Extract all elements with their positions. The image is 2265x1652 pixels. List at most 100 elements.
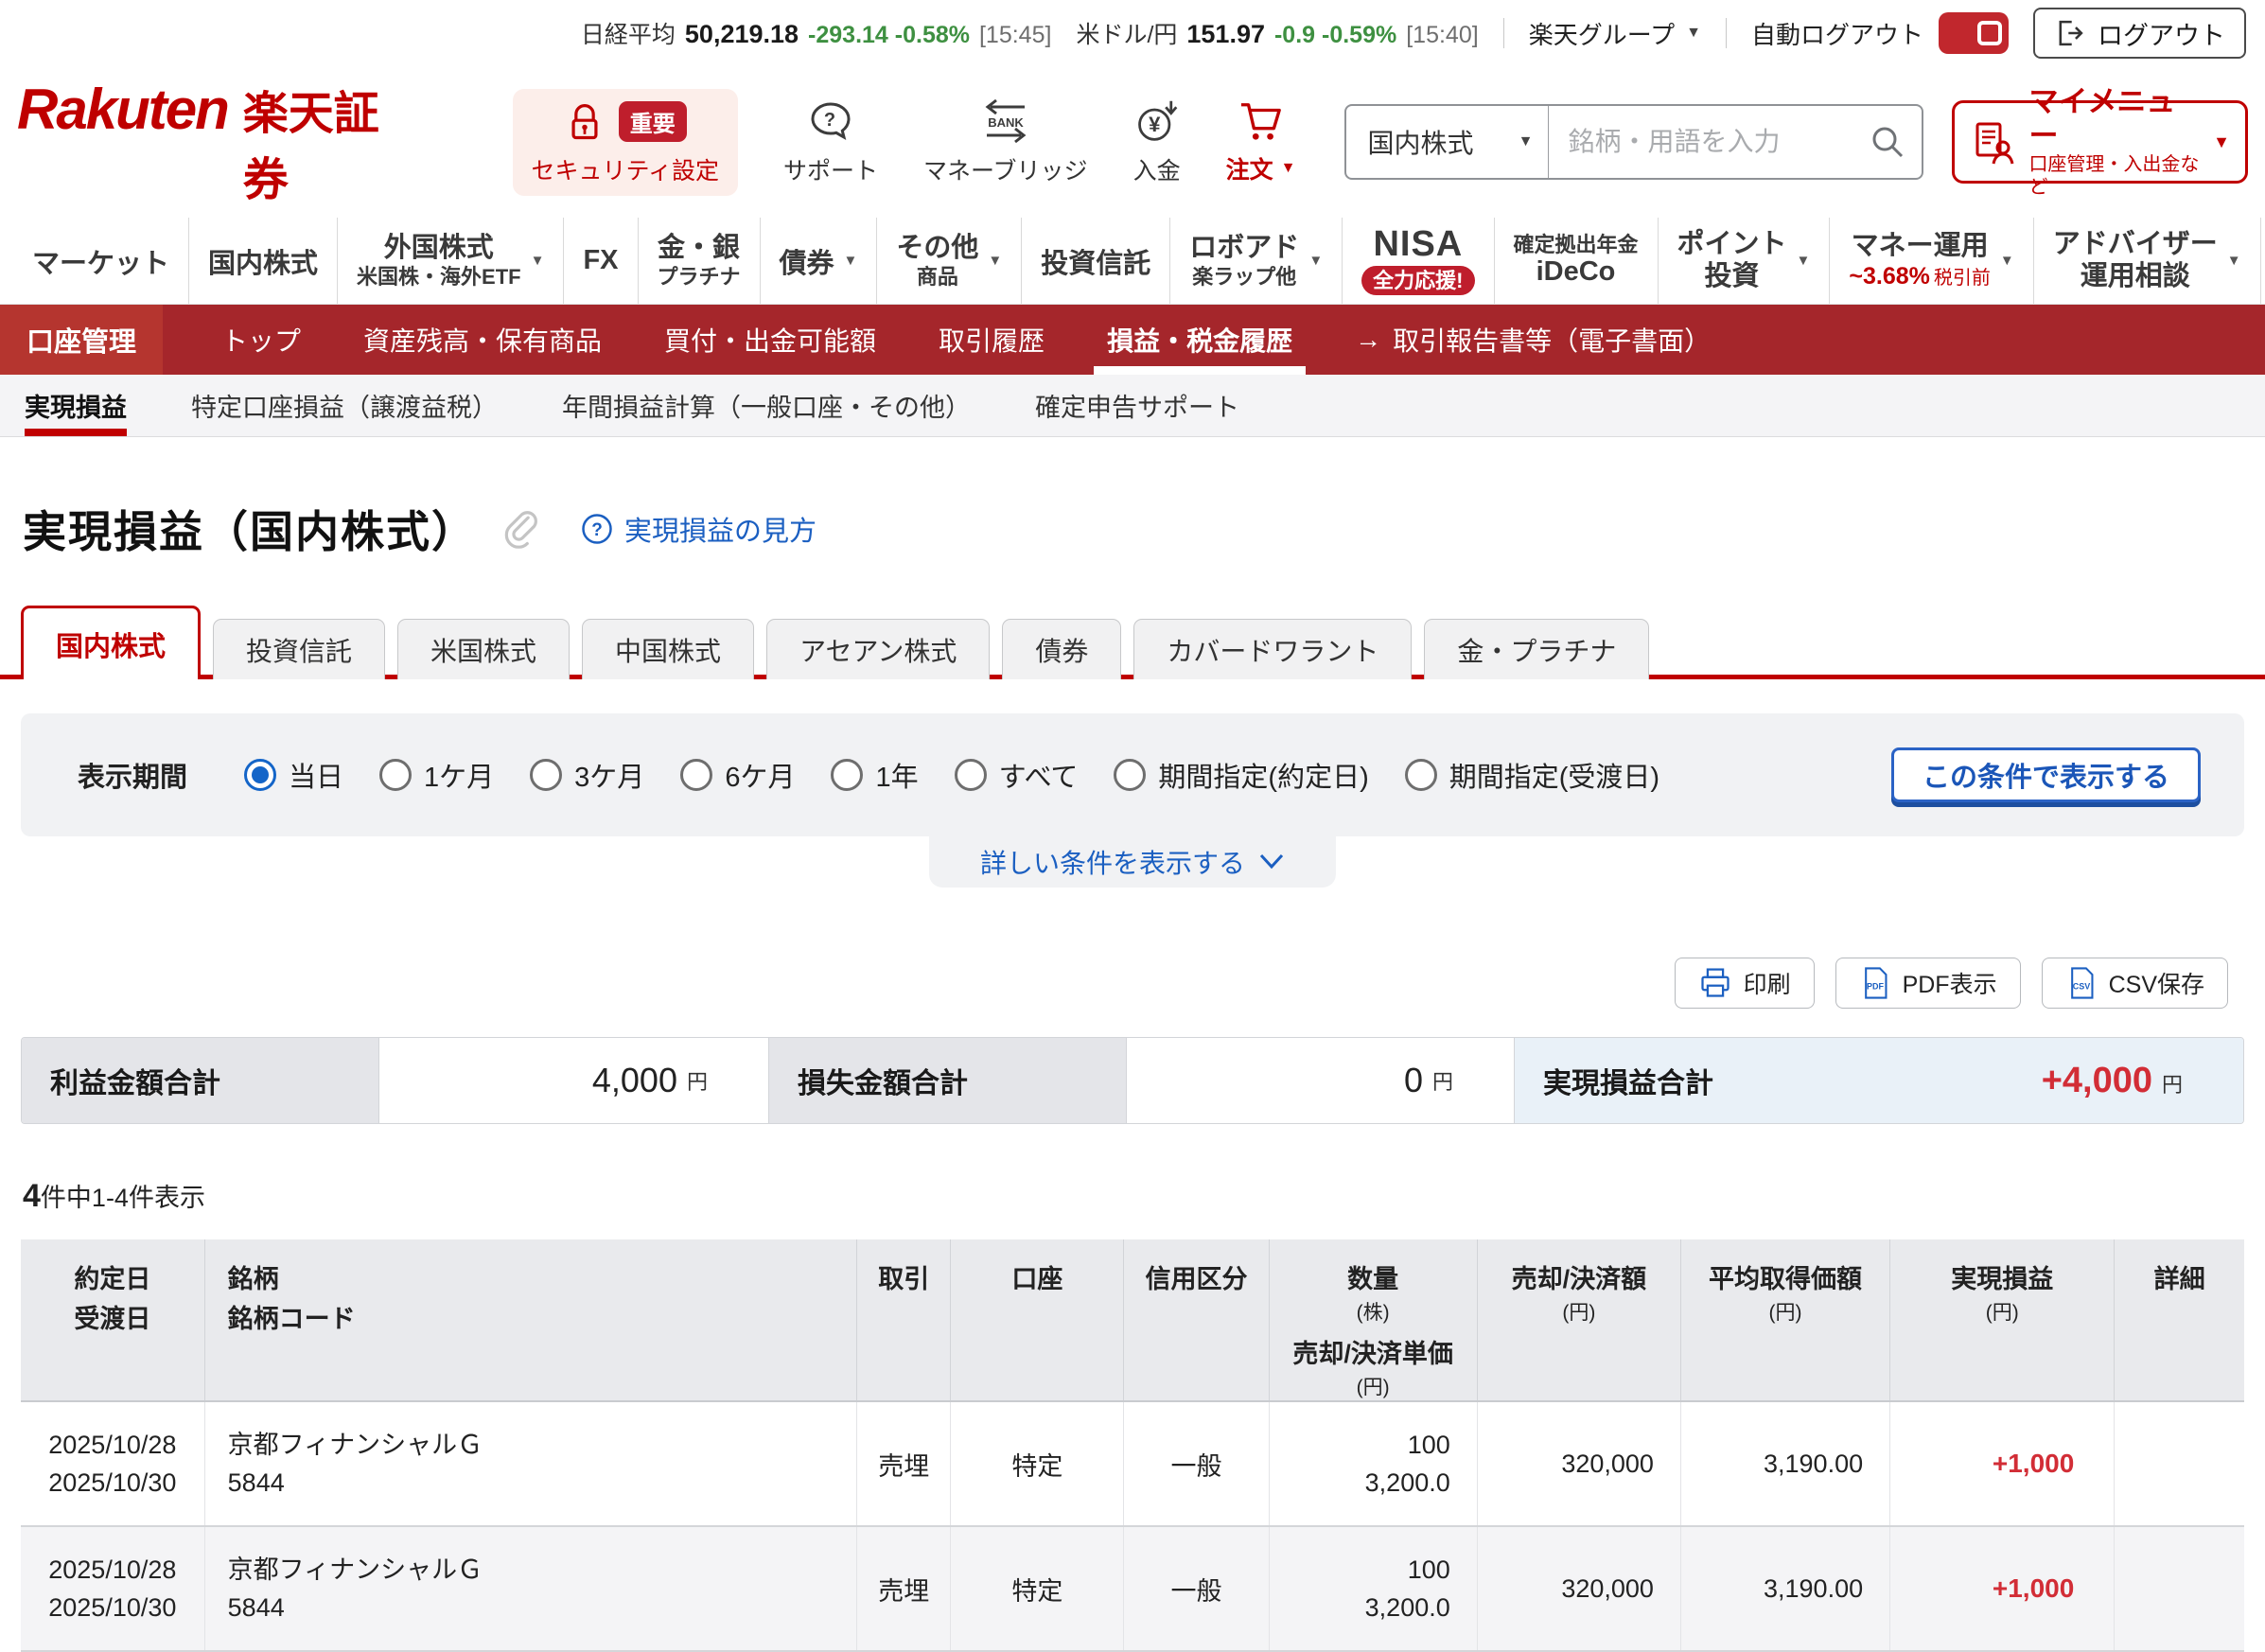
radio-dot <box>954 759 987 791</box>
account-nav-balance[interactable]: 資産残高・保有商品 <box>363 305 602 375</box>
nav-point-invest[interactable]: ポイント 投資 ▼ <box>1657 218 1830 304</box>
search-icon[interactable] <box>1869 123 1906 161</box>
csv-label: CSV保存 <box>2108 972 2204 998</box>
search-category-select[interactable]: 国内株式 ▼ <box>1346 106 1550 178</box>
support-link[interactable]: ? サポート <box>783 98 878 186</box>
caret-down-icon: ▼ <box>2213 132 2230 151</box>
tab-covered-warrants[interactable]: カバードワラント <box>1133 619 1413 679</box>
display-period-filter: 表示期間 当日 1ケ月 3ケ月 6ケ月 1年 すべて 期間指定(約定日) 期間指… <box>21 713 2244 836</box>
tab-domestic-stock[interactable]: 国内株式 <box>21 606 202 679</box>
moneybridge-link[interactable]: BANK マネーブリッジ <box>923 98 1088 186</box>
radio-dot <box>680 759 713 791</box>
chevron-down-icon <box>1258 852 1285 872</box>
account-nav: 口座管理 トップ 資産残高・保有商品 買付・出金可能額 取引履歴 損益・税金履歴… <box>0 305 2265 375</box>
rate-note: 税引前 <box>1933 267 1991 289</box>
account-nav-top[interactable]: トップ <box>221 305 301 375</box>
table-header-row: 約定日 受渡日 銘柄 銘柄コード 取引 口座 信用区分 数量 (株) 売却/決済単価(… <box>21 1239 2244 1403</box>
print-label: 印刷 <box>1743 972 1791 998</box>
tab-gold-platinum[interactable]: 金・プラチナ <box>1424 619 1650 679</box>
loss-total-value: 0円 <box>1127 1038 1515 1123</box>
nav-other-products[interactable]: その他 商品 ▼ <box>876 218 1021 304</box>
radio-dot <box>1114 759 1147 791</box>
period-options: 当日 1ケ月 3ケ月 6ケ月 1年 すべて 期間指定(約定日) 期間指定(受渡日… <box>244 755 1659 795</box>
nav-money-management[interactable]: マネー運用 ~3.68% 税引前 ▼ <box>1829 218 2032 304</box>
realized-pl-table: 約定日 受渡日 銘柄 銘柄コード 取引 口座 信用区分 数量 (株) 売却/決済単価(… <box>21 1239 2244 1652</box>
account-nav-buying-power[interactable]: 買付・出金可能額 <box>664 305 876 375</box>
filter-label: 表示期間 <box>78 763 188 793</box>
apply-filter-button[interactable]: この条件で表示する <box>1890 747 2201 802</box>
my-menu-button[interactable]: マイメニュー 口座管理・入出金など ▼ <box>1952 85 2248 198</box>
cell-dates: 2025/10/28 2025/10/30 <box>21 1401 205 1528</box>
auto-logout-toggle[interactable] <box>1939 12 2009 54</box>
usdjpy-change: -0.9 -0.59% <box>1273 22 1397 48</box>
radio-3months[interactable]: 3ケ月 <box>530 755 644 795</box>
radio-all[interactable]: すべて <box>954 755 1078 795</box>
radio-range-trade-date[interactable]: 期間指定(約定日) <box>1114 755 1369 795</box>
account-nav-trade-reports[interactable]: → 取引報告書等（電子書面） <box>1355 305 1711 375</box>
nav-advisor[interactable]: アドバイザー 運用相談 ▼ <box>2032 218 2260 304</box>
subtab-specific-account-pl[interactable]: 特定口座損益（譲渡益税） <box>191 375 498 436</box>
subtab-realized-pl[interactable]: 実現損益 <box>25 375 127 436</box>
subtab-annual-pl-calc[interactable]: 年間損益計算（一般口座・その他） <box>562 375 971 436</box>
col-symbol: 銘柄 銘柄コード <box>204 1239 858 1403</box>
print-button[interactable]: 印刷 <box>1674 958 1815 1009</box>
tab-us-stock[interactable]: 米国株式 <box>397 619 571 679</box>
radio-6months[interactable]: 6ケ月 <box>680 755 795 795</box>
nav-market[interactable]: マーケット <box>13 218 188 304</box>
nav-roboadvisor[interactable]: ロボアド 楽ラップ他 ▼ <box>1169 218 1342 304</box>
yen-unit: 円 <box>1431 1070 1453 1094</box>
caret-down-icon: ▼ <box>1686 25 1701 41</box>
nav-ideco[interactable]: 確定拠出年金 iDeCo <box>1493 218 1658 304</box>
nav-securities-loan[interactable]: 証券担保ローン <box>2259 218 2265 304</box>
nav-fx[interactable]: FX <box>563 218 637 304</box>
moneybridge-label: マネーブリッジ <box>923 157 1088 185</box>
search-category-value: 国内株式 <box>1367 129 1474 158</box>
account-nav-pl-tax-history[interactable]: 損益・税金履歴 <box>1094 305 1307 375</box>
tab-mutual-funds[interactable]: 投資信託 <box>213 619 386 679</box>
cell-trade: 売埋 <box>856 1401 952 1528</box>
nikkei-label: 日経平均 <box>580 22 676 48</box>
radio-1month[interactable]: 1ケ月 <box>379 755 494 795</box>
nikkei-time: [15:45] <box>978 22 1052 48</box>
security-settings-link[interactable]: 重要 セキュリティ設定 <box>512 88 739 196</box>
rakuten-group-menu[interactable]: 楽天グループ ▼ <box>1529 16 1701 51</box>
logout-button[interactable]: ログアウト <box>2033 8 2246 59</box>
nav-nisa[interactable]: NISA 全力応援! <box>1342 218 1493 304</box>
subtab-tax-filing-support[interactable]: 確定申告サポート <box>1035 375 1239 436</box>
detailed-conditions-toggle[interactable]: 詳しい条件を表示する <box>929 836 1336 888</box>
account-nav-root[interactable]: 口座管理 <box>0 305 163 375</box>
pdf-button[interactable]: PDF PDF表示 <box>1835 958 2021 1009</box>
order-label: 注文 <box>1225 156 1273 184</box>
logout-label: ログアウト <box>2098 21 2225 50</box>
arrow-right-icon: → <box>1355 325 1382 354</box>
my-menu-subtitle: 口座管理・入出金など <box>2028 153 2200 198</box>
csv-button[interactable]: CSV CSV保存 <box>2041 958 2228 1009</box>
nav-foreign-stock[interactable]: 外国株式 米国株・海外ETF ▼ <box>337 218 563 304</box>
export-actions: 印刷 PDF PDF表示 CSV CSV保存 <box>0 958 2228 1009</box>
radio-range-settle-date[interactable]: 期間指定(受渡日) <box>1404 755 1659 795</box>
rakuten-securities-logo[interactable]: Rakuten 楽天証券 <box>17 76 409 208</box>
nav-domestic-stock[interactable]: 国内株式 <box>188 218 337 304</box>
logo-shoken: 楽天証券 <box>242 89 379 205</box>
deposit-link[interactable]: ¥ 入金 <box>1133 98 1181 186</box>
search-input[interactable] <box>1549 127 1870 157</box>
svg-text:?: ? <box>591 520 603 540</box>
caret-down-icon: ▼ <box>988 253 1003 269</box>
account-nav-trade-history[interactable]: 取引履歴 <box>939 305 1045 375</box>
tab-bonds[interactable]: 債券 <box>1002 619 1122 679</box>
order-menu[interactable]: 注文 ▼ <box>1225 99 1295 185</box>
tab-asean-stock[interactable]: アセアン株式 <box>766 619 991 679</box>
usdjpy-label: 米ドル/円 <box>1076 22 1178 48</box>
nav-bonds[interactable]: 債券 ▼ <box>759 218 877 304</box>
nav-gold-platinum[interactable]: 金・銀 プラチナ <box>637 218 760 304</box>
tab-china-stock[interactable]: 中国株式 <box>582 619 755 679</box>
nav-mutual-funds[interactable]: 投資信託 <box>1021 218 1169 304</box>
help-link[interactable]: ? 実現損益の見方 <box>581 509 816 549</box>
radio-1year[interactable]: 1年 <box>831 755 919 795</box>
usdjpy-time: [15:40] <box>1406 22 1479 48</box>
col-account: 口座 <box>950 1239 1125 1403</box>
col-quantity: 数量 (株) 売却/決済単価 (円) <box>1269 1239 1478 1403</box>
radio-dot <box>530 759 563 791</box>
radio-today[interactable]: 当日 <box>244 755 343 795</box>
table-row: 2025/10/28 2025/10/30 京都フィナンシャルＧ 5844 売埋 特… <box>21 1401 2244 1528</box>
